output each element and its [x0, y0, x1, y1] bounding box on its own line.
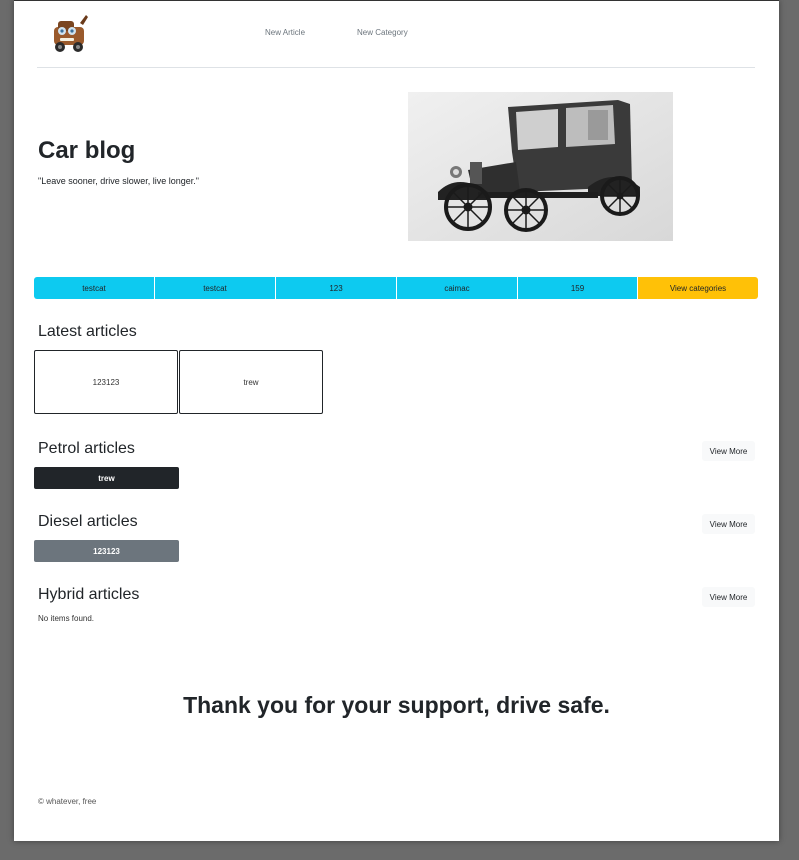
petrol-articles-title: Petrol articles: [38, 440, 135, 457]
category-159[interactable]: 159: [518, 277, 638, 299]
logo-tow-truck-icon[interactable]: [50, 11, 92, 55]
petrol-view-more-button[interactable]: View More: [702, 441, 755, 461]
hybrid-view-more-button[interactable]: View More: [702, 587, 755, 607]
category-caimac[interactable]: caimac: [397, 277, 518, 299]
latest-articles-title: Latest articles: [38, 323, 137, 340]
latest-article-card[interactable]: trew: [179, 350, 323, 414]
hybrid-articles-title: Hybrid articles: [38, 586, 140, 603]
nav-new-article[interactable]: New Article: [265, 28, 305, 37]
hybrid-empty-note: No items found.: [38, 614, 95, 623]
page: New Article New Category Car blog "Leave…: [14, 0, 779, 841]
category-testcat-1[interactable]: testcat: [34, 277, 155, 299]
diesel-article-button[interactable]: 123123: [34, 540, 179, 562]
petrol-article-button[interactable]: trew: [34, 467, 179, 489]
diesel-view-more-button[interactable]: View More: [702, 514, 755, 534]
page-title: Car blog: [38, 137, 136, 164]
header-divider: [37, 67, 755, 68]
hero-car-image: [408, 92, 673, 241]
top-border: [14, 0, 779, 1]
category-123[interactable]: 123: [276, 277, 397, 299]
nav-new-category[interactable]: New Category: [357, 28, 408, 37]
hero-quote: "Leave sooner, drive slower, live longer…: [38, 176, 199, 186]
thanks-message: Thank you for your support, drive safe.: [183, 692, 610, 718]
latest-article-card[interactable]: 123123: [34, 350, 178, 414]
diesel-articles-title: Diesel articles: [38, 513, 138, 530]
view-categories-button[interactable]: View categories: [638, 277, 758, 299]
footer-copyright: © whatever, free: [38, 797, 97, 806]
category-testcat-2[interactable]: testcat: [155, 277, 276, 299]
